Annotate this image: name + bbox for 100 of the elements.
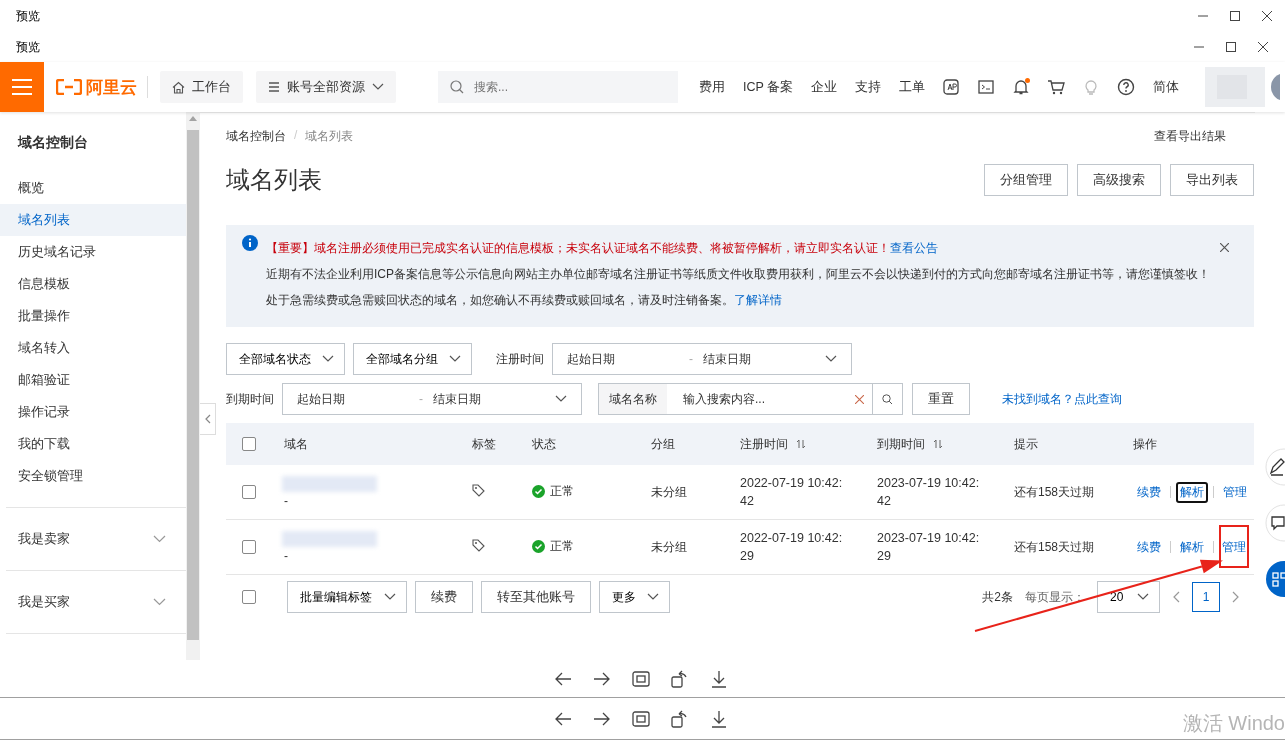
previous-page-icon[interactable] bbox=[1172, 591, 1180, 603]
chevron-left-icon bbox=[204, 414, 211, 424]
checkbox[interactable] bbox=[242, 590, 256, 604]
header-button[interactable]: 导出列表 bbox=[1170, 164, 1254, 196]
close-icon[interactable] bbox=[1220, 243, 1229, 252]
notice-link[interactable]: 了解详情 bbox=[734, 293, 782, 307]
reset-button[interactable]: 重置 bbox=[912, 383, 970, 415]
chat-icon[interactable] bbox=[1263, 504, 1285, 542]
checkbox[interactable] bbox=[242, 485, 256, 499]
avatar-icon[interactable] bbox=[1205, 67, 1281, 107]
clear-icon[interactable] bbox=[855, 394, 864, 404]
column-header: 分组 bbox=[651, 435, 675, 453]
table-cell: 正常 bbox=[550, 483, 574, 500]
menu-button[interactable] bbox=[0, 62, 44, 112]
workbench-button[interactable]: 工作台 bbox=[160, 71, 243, 103]
nav-link[interactable]: 工单 bbox=[890, 78, 935, 96]
sidebar-title: 域名控制台 bbox=[16, 133, 89, 152]
check-circle-icon bbox=[532, 485, 545, 498]
chevron-down-icon bbox=[1137, 593, 1149, 601]
rotate-icon[interactable] bbox=[670, 669, 689, 688]
sidebar-item[interactable]: 概览 bbox=[0, 172, 186, 204]
api-icon[interactable] bbox=[942, 78, 961, 96]
maximize-icon[interactable] bbox=[1230, 11, 1240, 21]
search-input[interactable]: 搜索... bbox=[472, 79, 666, 95]
sidebar-item[interactable]: 邮箱验证 bbox=[0, 364, 186, 396]
rotate-icon[interactable] bbox=[670, 709, 689, 728]
notice-link[interactable]: 查看公告 bbox=[890, 241, 938, 255]
more-dropdown[interactable]: 更多 bbox=[599, 581, 670, 613]
scrollbar[interactable] bbox=[186, 112, 200, 660]
action-link[interactable]: 解析 bbox=[1176, 481, 1208, 503]
nav-link[interactable]: 支持 bbox=[846, 78, 891, 96]
breadcrumb-separator: / bbox=[294, 127, 298, 144]
tag-icon[interactable] bbox=[472, 484, 485, 497]
sidebar-item[interactable]: 历史域名记录 bbox=[0, 236, 186, 268]
search-icon bbox=[882, 393, 893, 405]
chevron-down-icon bbox=[647, 593, 659, 601]
checkbox[interactable] bbox=[242, 540, 256, 554]
home-icon bbox=[172, 80, 185, 94]
table-cell: 还有158天过期 bbox=[1014, 484, 1095, 499]
sidebar-item[interactable]: 信息模板 bbox=[0, 268, 186, 300]
page-button[interactable]: 1 bbox=[1192, 582, 1220, 612]
maximize-icon[interactable] bbox=[1226, 42, 1236, 52]
edit-icon[interactable] bbox=[1263, 448, 1285, 486]
sidebar-item[interactable]: 操作记录 bbox=[0, 396, 186, 428]
nav-link[interactable]: 费用 bbox=[690, 78, 734, 96]
sidebar-item[interactable]: 域名列表 bbox=[0, 204, 186, 236]
range-separator: - bbox=[419, 392, 424, 406]
fit-screen-icon[interactable] bbox=[631, 709, 650, 728]
sort-icon[interactable] bbox=[933, 439, 943, 449]
notice-text: 【重要】域名注册必须使用已完成实名认证的信息模板；未实名认证域名不能续费、将被暂停解析，请立即实名认证！查看公告 bbox=[266, 240, 939, 257]
sidebar-item[interactable]: 域名转入 bbox=[0, 332, 186, 364]
group-label: 我是卖家 bbox=[18, 530, 70, 548]
table-cell-text: 2023-07-19 10:42:42 bbox=[877, 475, 981, 510]
sidebar-item[interactable]: 批量操作 bbox=[0, 300, 186, 332]
header-button[interactable]: 分组管理 bbox=[984, 164, 1068, 196]
action-link[interactable]: 管理 bbox=[1219, 481, 1251, 503]
help-icon[interactable] bbox=[1117, 78, 1136, 96]
next-page-icon[interactable] bbox=[1232, 591, 1240, 603]
checkbox[interactable] bbox=[242, 437, 256, 451]
table-cell: 未分组 bbox=[651, 484, 687, 499]
action-link[interactable]: 续费 bbox=[1133, 481, 1165, 503]
column-header: 标签 bbox=[472, 435, 496, 453]
table-cell: 正常 bbox=[550, 538, 574, 555]
sidebar-group[interactable]: 我是卖家 bbox=[0, 508, 186, 570]
status-dropdown[interactable]: 全部域名状态 bbox=[226, 343, 345, 375]
page-size-dropdown[interactable]: 20 bbox=[1097, 581, 1160, 613]
terminal-icon[interactable] bbox=[977, 78, 996, 96]
action-link[interactable]: 续费 bbox=[1133, 536, 1165, 558]
resources-dropdown[interactable]: 账号全部资源 bbox=[256, 71, 396, 103]
breadcrumb-link[interactable]: 域名控制台 bbox=[226, 127, 286, 145]
window-title: 预览 bbox=[16, 7, 41, 25]
chevron-down-icon bbox=[322, 355, 334, 363]
cart-icon[interactable] bbox=[1047, 78, 1066, 96]
fit-screen-icon[interactable] bbox=[631, 669, 650, 688]
download-icon[interactable] bbox=[709, 669, 728, 688]
action-link[interactable]: 解析 bbox=[1176, 536, 1208, 558]
download-icon[interactable] bbox=[709, 709, 728, 728]
sidebar-group[interactable]: 我是买家 bbox=[0, 571, 186, 633]
close-icon[interactable] bbox=[1262, 11, 1272, 21]
close-icon[interactable] bbox=[1258, 42, 1268, 52]
search-field[interactable]: 搜索... bbox=[438, 71, 678, 103]
export-results-link[interactable]: 查看导出结果 bbox=[1154, 127, 1226, 145]
group-dropdown[interactable]: 全部域名分组 bbox=[353, 343, 472, 375]
grid-icon[interactable] bbox=[1263, 560, 1285, 598]
language-link[interactable]: 简体 bbox=[1153, 78, 1180, 96]
sort-icon[interactable] bbox=[796, 439, 806, 449]
batch-tag-dropdown[interactable]: 批量编辑标签 bbox=[287, 581, 407, 613]
tag-icon[interactable] bbox=[472, 539, 485, 552]
sidebar-item[interactable]: 我的下载 bbox=[0, 428, 186, 460]
nav-link[interactable]: 企业 bbox=[802, 78, 847, 96]
breadcrumb-link[interactable]: 域名列表 bbox=[305, 127, 354, 145]
renew-button[interactable]: 续费 bbox=[415, 581, 473, 613]
transfer-button[interactable]: 转至其他账号 bbox=[481, 581, 591, 613]
action-link[interactable]: 管理 bbox=[1219, 524, 1249, 568]
domain-search-field[interactable]: 域名名称 输入搜索内容... bbox=[598, 383, 903, 415]
sidebar-item[interactable]: 安全锁管理 bbox=[0, 460, 186, 492]
not-found-link[interactable]: 未找到域名？点此查询 bbox=[1002, 390, 1122, 408]
header-button[interactable]: 高级搜索 bbox=[1077, 164, 1161, 196]
nav-link[interactable]: ICP 备案 bbox=[734, 78, 803, 96]
table-cell: - bbox=[284, 494, 288, 508]
